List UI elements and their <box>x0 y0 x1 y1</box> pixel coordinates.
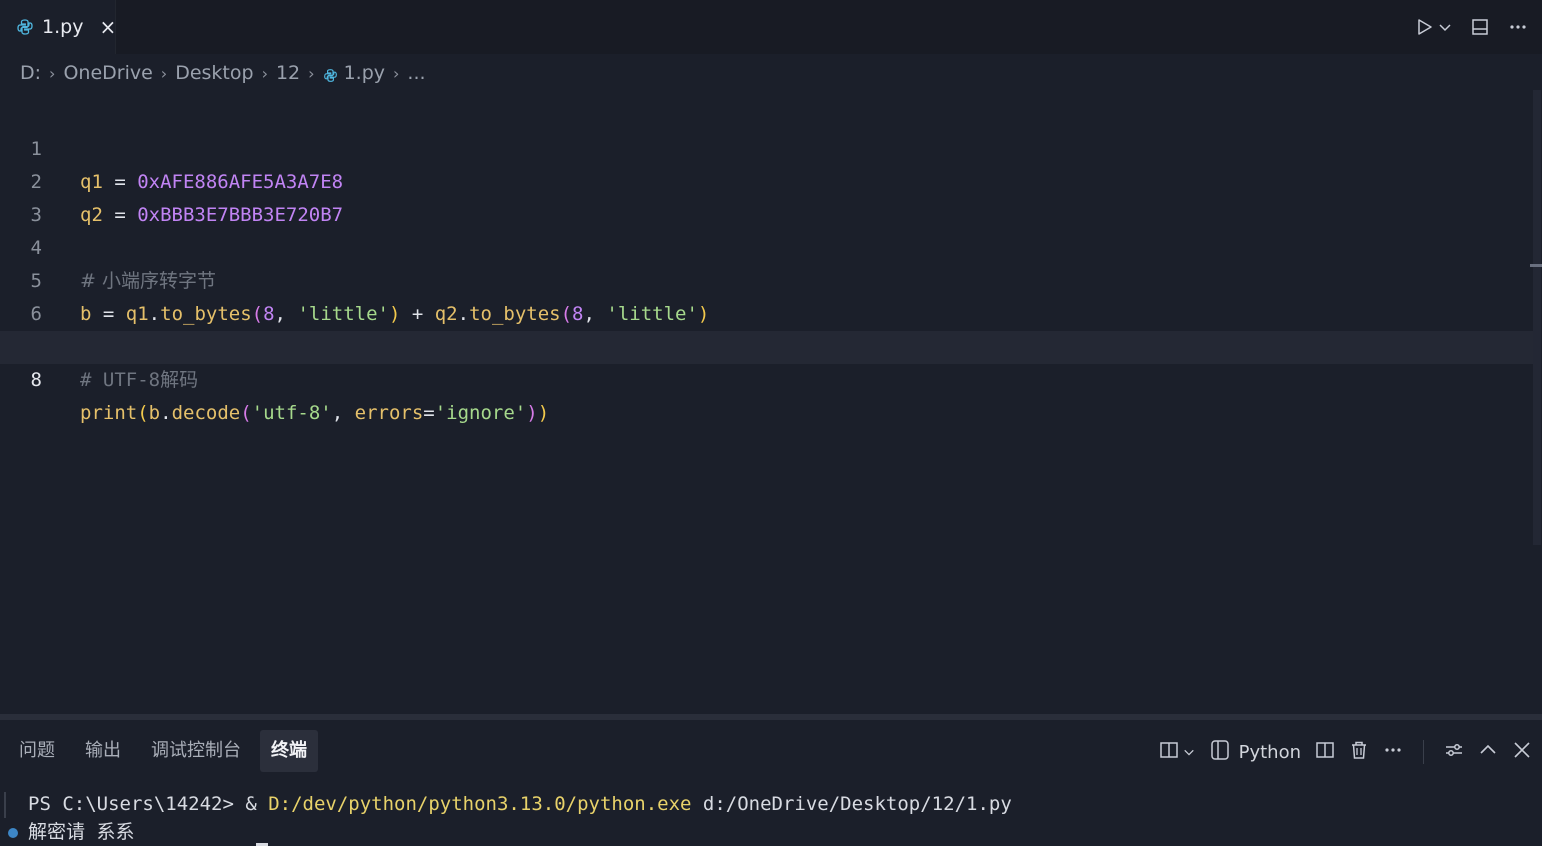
code-editor[interactable]: 1 q1 = 0xAFE886AFE5A3A7E8 2 q2 = 0xBBB3E… <box>0 100 1542 712</box>
panel-actions: Python <box>1159 734 1532 770</box>
tab-debug-console[interactable]: 调试控制台 <box>140 730 252 772</box>
code-line[interactable]: 2 q2 = 0xBBB3E7BBB3E720B7 <box>0 133 1540 226</box>
chevron-down-icon[interactable] <box>1183 743 1195 762</box>
tab-output[interactable]: 输出 <box>74 730 132 772</box>
breadcrumb-item[interactable]: OneDrive <box>63 62 152 84</box>
breadcrumb-item[interactable]: D: <box>20 62 41 84</box>
chevron-right-icon: › <box>49 63 56 83</box>
split-terminal-icon[interactable] <box>1315 740 1335 764</box>
scrollbar-cursor-marker <box>1530 264 1542 267</box>
chevron-down-icon[interactable] <box>1438 20 1452 34</box>
breadcrumb-item[interactable]: ... <box>407 62 425 84</box>
code-line[interactable]: 3 <box>0 166 1540 226</box>
run-icon[interactable] <box>1414 17 1434 37</box>
python-file-icon <box>323 66 338 82</box>
breadcrumb-item[interactable]: 1.py <box>344 62 385 84</box>
code-token: , <box>331 402 355 424</box>
code-line[interactable]: 1 q1 = 0xAFE886AFE5A3A7E8 <box>0 100 1540 193</box>
tab-filename: 1.py <box>42 16 84 38</box>
python-file-icon <box>16 18 34 36</box>
toolbar-divider <box>1423 740 1424 764</box>
code-comment: # UTF-8解码 <box>80 369 199 391</box>
code-token: ( <box>137 402 149 424</box>
editor-tab[interactable]: 1.py × <box>0 0 116 54</box>
tab-problems[interactable]: 问题 <box>8 730 66 772</box>
code-line[interactable]: 6 <box>0 265 1540 325</box>
code-token: = <box>423 402 435 424</box>
code-token: ) <box>537 402 550 424</box>
tab-terminal[interactable]: 终端 <box>260 730 318 772</box>
more-icon[interactable] <box>1383 740 1403 764</box>
tab-bar: 1.py × <box>0 0 1542 54</box>
terminal-prompt: PS C:\Users\14242> & <box>28 793 269 815</box>
terminal-exe-path: D:/dev/python/python3.13.0/python.exe <box>268 793 692 815</box>
code-line[interactable]: 4 # 小端序转字节 <box>0 199 1540 292</box>
terminal-argument: d:/OneDrive/Desktop/12/1.py <box>691 793 1012 815</box>
chevron-right-icon: › <box>308 63 315 83</box>
bottom-panel: 问题 输出 调试控制台 终端 Python PS C:\Users\14242>… <box>0 720 1542 846</box>
breadcrumb-item[interactable]: 12 <box>276 62 300 84</box>
line-number: 8 <box>30 369 42 391</box>
trash-icon[interactable] <box>1349 740 1369 764</box>
code-token: b <box>148 402 161 424</box>
panel-tabs: 问题 输出 调试控制台 终端 <box>0 730 318 772</box>
split-terminal-icon[interactable] <box>1159 740 1179 764</box>
terminal-output: 解密请 系系 <box>28 821 135 843</box>
code-token: print <box>80 402 138 424</box>
command-status-dot[interactable] <box>8 828 18 838</box>
layout-panel-icon[interactable] <box>1470 17 1490 37</box>
breadcrumb: D: › OneDrive › Desktop › 12 › 1.py › ..… <box>20 58 426 88</box>
chevron-up-icon[interactable] <box>1478 740 1498 764</box>
code-token: ) <box>526 402 538 424</box>
chevron-right-icon: › <box>160 63 168 83</box>
editor-actions <box>1414 0 1542 54</box>
close-icon[interactable] <box>1512 740 1532 764</box>
terminal-command-line: PS C:\Users\14242> & D:/dev/python/pytho… <box>28 790 1012 818</box>
terminal-command-gutter <box>4 792 6 818</box>
code-token: . <box>160 402 172 424</box>
vscode-window: 1.py × D: › OneDrive › Desktop › 12 › 1.… <box>0 0 1542 846</box>
code-line-active[interactable]: 8 print(b.decode('utf-8', errors='ignore… <box>0 331 1540 424</box>
settings-sliders-icon[interactable] <box>1444 740 1464 764</box>
editor-scrollbar[interactable] <box>1533 90 1541 545</box>
code-token: errors <box>354 402 424 424</box>
chevron-right-icon: › <box>393 63 400 83</box>
more-icon[interactable] <box>1508 17 1528 37</box>
breadcrumb-item[interactable]: Desktop <box>175 62 253 84</box>
code-token: 'ignore' <box>434 402 527 424</box>
code-line[interactable]: 7 # UTF-8解码 <box>0 298 1540 391</box>
close-icon[interactable]: × <box>99 17 116 37</box>
chevron-right-icon: › <box>261 63 268 83</box>
code-token: 'utf-8' <box>251 402 332 424</box>
terminal-profile-label[interactable]: Python <box>1239 742 1301 763</box>
code-line[interactable]: 5 b = q1.to_bytes(8, 'little') + q2.to_b… <box>0 232 1540 325</box>
code-token: decode <box>171 402 241 424</box>
terminal-profile-icon[interactable] <box>1209 739 1231 765</box>
code-token: ( <box>240 402 252 424</box>
